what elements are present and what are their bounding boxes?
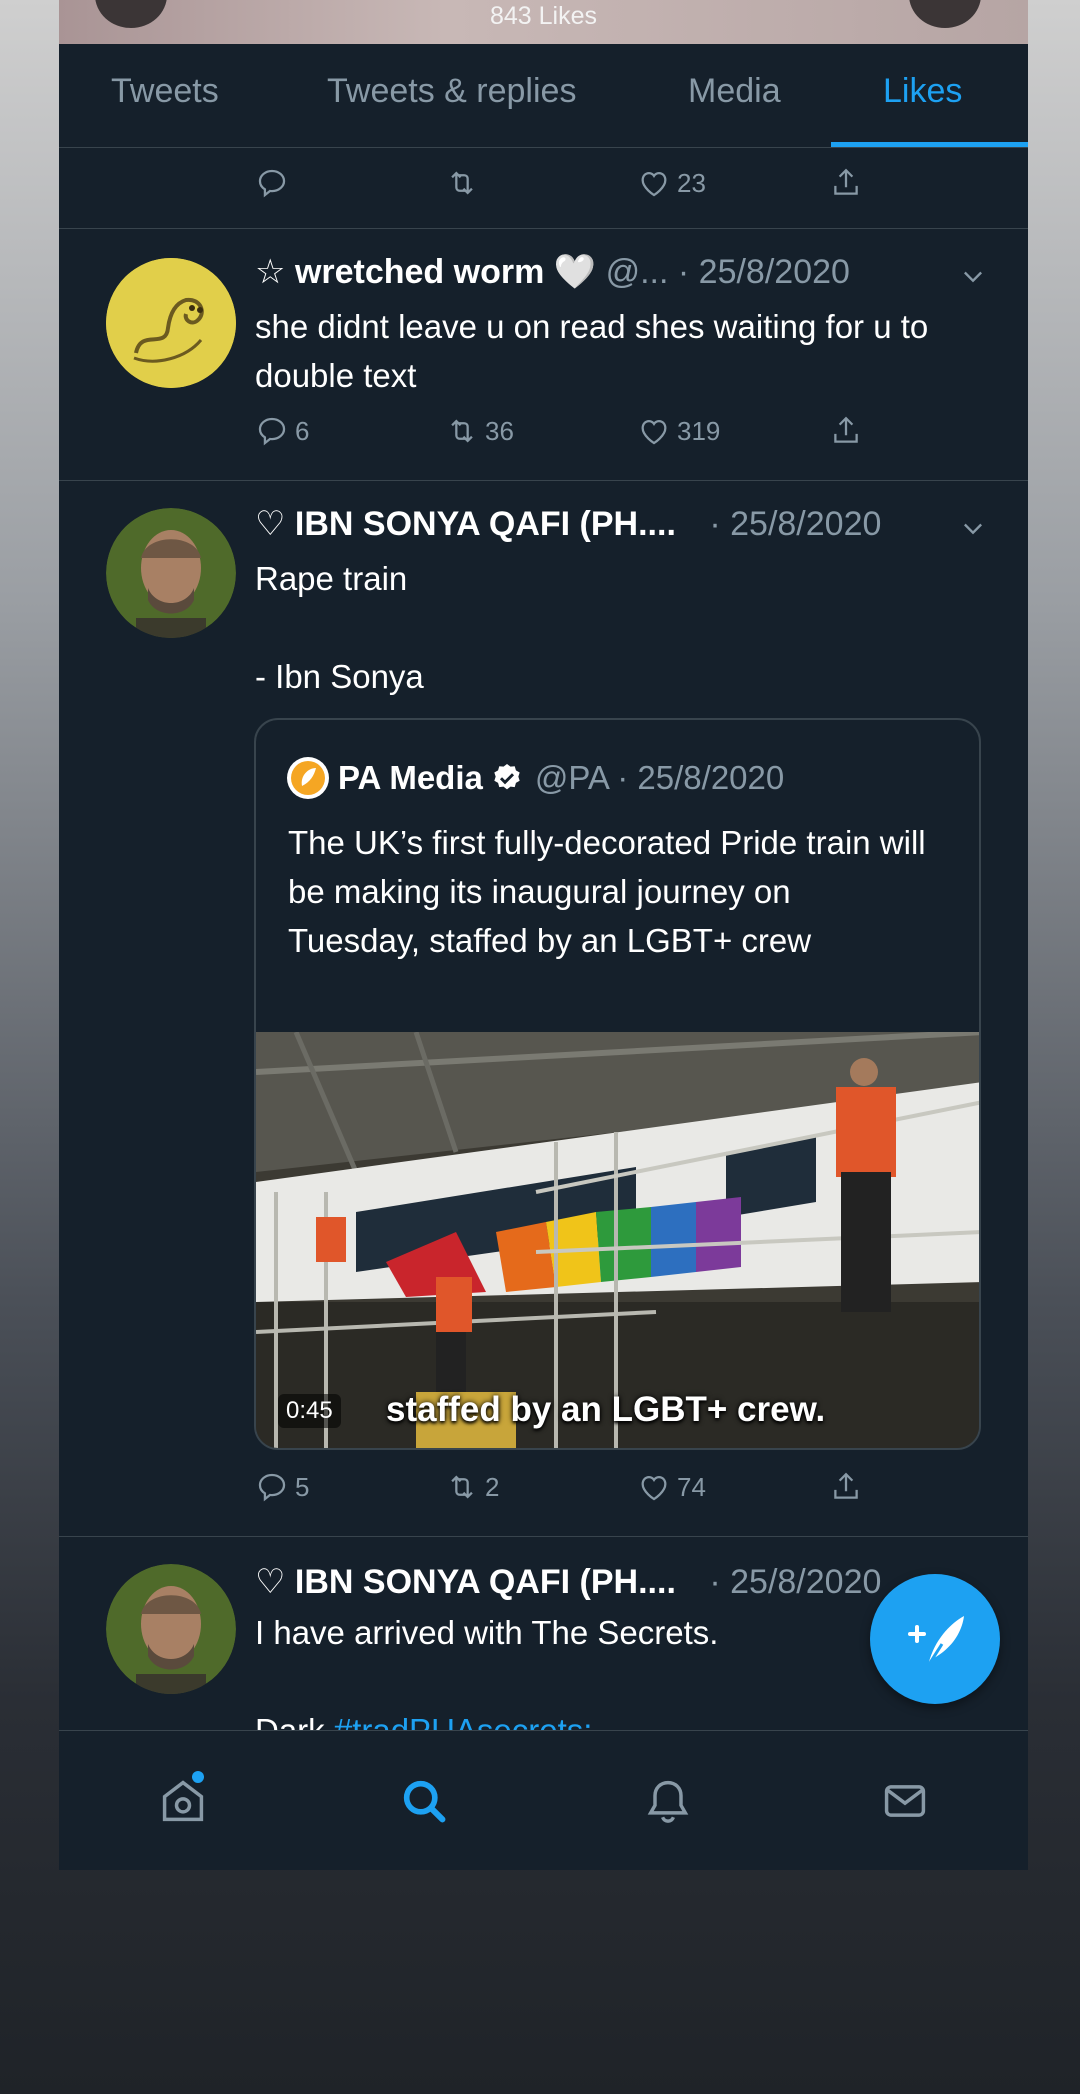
profile-header-strip: 843 Likes [59, 0, 1028, 44]
retweet-button[interactable]: 36 [445, 414, 514, 448]
username[interactable]: @... [606, 253, 669, 291]
compose-tweet-icon [908, 1616, 964, 1667]
tweet-actions: 5 2 74 [59, 1470, 1028, 1520]
tweet-divider [59, 228, 1028, 229]
quoted-tweet-text: The UK’s first fully-decorated Pride tra… [288, 824, 926, 959]
tweet-date: · 25/8/2020 [709, 1563, 882, 1601]
tweet-actions: 23 [59, 166, 1028, 216]
tweet-text: she didnt leave u on read shes waiting f… [255, 308, 929, 394]
retweet-button[interactable]: 2 [445, 1470, 499, 1504]
like-button[interactable]: 23 [637, 166, 706, 200]
home-icon[interactable] [157, 1775, 209, 1827]
tweet-date: · 25/8/2020 [677, 253, 850, 291]
worm-avatar-image [106, 258, 236, 388]
avatar[interactable] [106, 1564, 236, 1694]
white-heart-emoji: 🤍 [553, 253, 597, 291]
tweet-divider [59, 1536, 1028, 1537]
likes-count: 843 Likes [489, 2, 598, 30]
tweet-text-line: - Ibn Sonya [255, 658, 424, 695]
bottom-navigation [59, 1730, 1028, 1870]
reply-icon [258, 1473, 286, 1502]
twitter-profile-screen: 843 Likes Tweets Tweets & replies Media … [59, 0, 1028, 1870]
retweet-icon [451, 171, 473, 195]
display-name[interactable]: wretched worm [295, 253, 544, 291]
reply-button[interactable] [255, 166, 295, 200]
pa-media-logo-icon [287, 757, 329, 799]
tweet-header: ☆ wretched worm 🤍 @... · 25/8/2020 [255, 252, 850, 292]
like-icon [641, 171, 667, 197]
quoted-handle-date: @PA · 25/8/2020 [534, 759, 785, 796]
new-tweets-indicator [192, 1771, 204, 1783]
like-button[interactable]: 319 [637, 414, 720, 448]
display-name[interactable]: ♡ IBN SONYA QAFI (PH.... [255, 1563, 676, 1601]
tweet-actions: 6 36 319 [59, 414, 1028, 464]
reply-icon [258, 417, 286, 446]
retweet-button[interactable] [445, 166, 485, 200]
like-icon [641, 419, 667, 445]
tweet-divider [59, 480, 1028, 481]
tab-likes[interactable]: Likes [883, 72, 962, 111]
star-icon: ☆ [255, 253, 286, 291]
reply-button[interactable]: 5 [255, 1470, 309, 1504]
share-icon [834, 168, 858, 195]
tweet-date: · 25/8/2020 [709, 505, 882, 543]
video-caption: staffed by an LGBT+ crew. [386, 1390, 826, 1429]
tweet-header: ♡ IBN SONYA QAFI (PH.... · 25/8/2020 [255, 504, 881, 544]
tweet-text-line: Rape train [255, 560, 408, 597]
compose-tweet-button[interactable] [870, 1574, 1000, 1704]
avatar[interactable] [106, 508, 236, 638]
share-icon [834, 1472, 858, 1499]
man-portrait-avatar [106, 1564, 236, 1694]
notifications-icon[interactable] [642, 1775, 694, 1827]
like-button[interactable]: 74 [637, 1470, 706, 1504]
tab-media[interactable]: Media [688, 72, 781, 111]
active-tab-indicator [831, 142, 1028, 147]
quoted-tweet[interactable]: PA Media @PA · 25/8/2020 The UK’s first … [254, 718, 981, 1450]
share-icon [834, 416, 858, 443]
tab-tweets[interactable]: Tweets [111, 72, 219, 111]
share-button[interactable] [829, 414, 869, 448]
profile-tabs: Tweets Tweets & replies Media Likes [59, 44, 1028, 148]
retweet-icon [451, 419, 473, 443]
verified-badge-icon [494, 764, 520, 790]
tweet-header: ♡ IBN SONYA QAFI (PH.... · 25/8/2020 [255, 1562, 881, 1602]
reply-button[interactable]: 6 [255, 414, 309, 448]
quoted-tweet-header: PA Media @PA · 25/8/2020 [286, 756, 784, 800]
messages-icon[interactable] [879, 1775, 931, 1827]
share-button[interactable] [829, 166, 869, 200]
share-button[interactable] [829, 1470, 869, 1504]
avatar[interactable] [106, 258, 236, 388]
like-icon [641, 1475, 667, 1501]
search-icon[interactable] [398, 1775, 450, 1827]
reply-icon [258, 169, 286, 198]
man-portrait-avatar [106, 508, 236, 638]
pride-train-video-image [256, 1032, 979, 1448]
display-name[interactable]: ♡ IBN SONYA QAFI (PH.... [255, 505, 676, 543]
video-duration: 0:45 [278, 1394, 341, 1428]
chevron-down-icon[interactable] [959, 514, 987, 542]
chevron-down-icon[interactable] [959, 262, 987, 290]
tab-tweets-and-replies[interactable]: Tweets & replies [327, 72, 576, 111]
tweet-text: I have arrived with The Secrets. [255, 1614, 719, 1651]
video-thumbnail[interactable]: 0:45 staffed by an LGBT+ crew. [256, 1032, 979, 1448]
retweet-icon [451, 1475, 473, 1499]
quoted-display-name: PA Media [338, 759, 483, 796]
